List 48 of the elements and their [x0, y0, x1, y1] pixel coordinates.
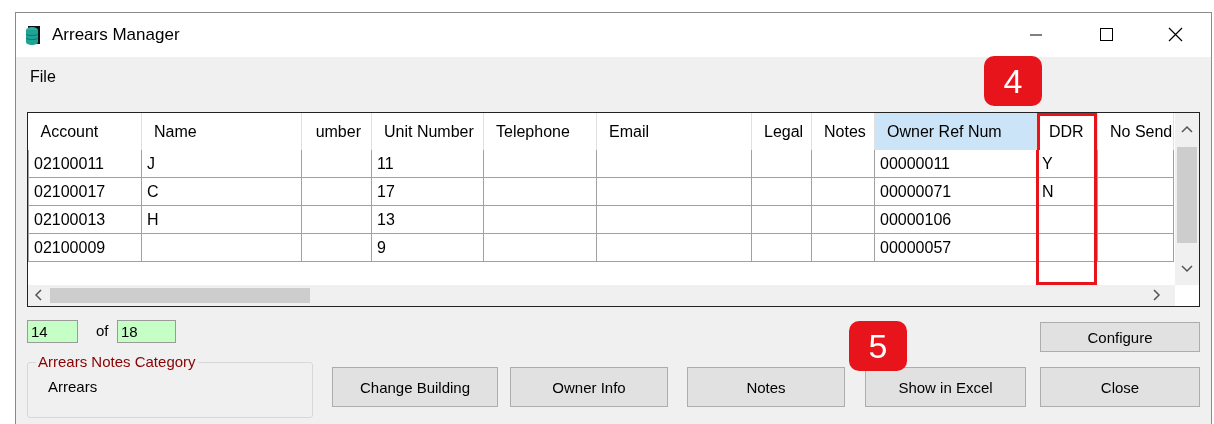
- column-header[interactable]: No Send: [1097, 113, 1174, 150]
- table-cell: 9: [377, 238, 386, 256]
- column-header[interactable]: Unit Number: [371, 113, 484, 150]
- step-badge: 5: [849, 321, 907, 371]
- table-cell: 02100013: [34, 210, 106, 228]
- column-header[interactable]: Name: [141, 113, 302, 150]
- table-cell: 00000011: [880, 154, 950, 172]
- table-cell: 02100011: [34, 154, 104, 172]
- column-header[interactable]: Legal: [751, 113, 812, 150]
- table-cell: 00000057: [880, 238, 952, 256]
- table-cell: N: [1042, 182, 1054, 200]
- window-title: Arrears Manager: [52, 25, 180, 45]
- table-cell: 11: [377, 154, 394, 172]
- column-header[interactable]: Telephone: [483, 113, 597, 150]
- column-header[interactable]: Notes: [811, 113, 875, 150]
- table-cell: 17: [377, 182, 395, 200]
- total-field[interactable]: 18: [117, 320, 176, 343]
- action-button[interactable]: Change Building: [332, 367, 498, 407]
- table-cell: 13: [377, 210, 395, 228]
- category-value: Arrears: [48, 378, 98, 395]
- table-cell: H: [147, 210, 159, 228]
- scroll-down-icon[interactable]: [1181, 265, 1193, 273]
- action-button[interactable]: Configure: [1040, 322, 1200, 352]
- column-header[interactable]: umber: [301, 113, 372, 150]
- scroll-left-icon[interactable]: [34, 289, 42, 301]
- action-button[interactable]: Owner Info: [510, 367, 668, 407]
- of-label: of: [96, 322, 109, 339]
- column-header[interactable]: DDR: [1036, 113, 1098, 150]
- table-cell: 00000106: [880, 210, 952, 228]
- table-cell: 02100009: [34, 238, 106, 256]
- table-cell: 00000071: [880, 182, 952, 200]
- column-header[interactable]: Owner Ref Num: [874, 113, 1037, 150]
- action-button[interactable]: Show in Excel: [865, 367, 1026, 407]
- action-button[interactable]: Notes: [687, 367, 845, 407]
- action-button[interactable]: Close: [1040, 367, 1200, 407]
- step-badge: 4: [984, 56, 1042, 106]
- record-field[interactable]: 14: [27, 320, 78, 343]
- column-header[interactable]: Account: [28, 113, 142, 150]
- vertical-scrollbar[interactable]: [1175, 113, 1199, 285]
- menu-item[interactable]: File: [22, 68, 64, 86]
- table-cell: C: [147, 182, 159, 200]
- scroll-up-icon[interactable]: [1181, 125, 1193, 133]
- table-cell: J: [147, 154, 155, 172]
- horizontal-scrollbar[interactable]: [28, 285, 1175, 306]
- column-header[interactable]: Email: [596, 113, 752, 150]
- scroll-right-icon[interactable]: [1153, 289, 1161, 301]
- table-cell: 02100017: [34, 182, 106, 200]
- table-cell: Y: [1042, 154, 1053, 172]
